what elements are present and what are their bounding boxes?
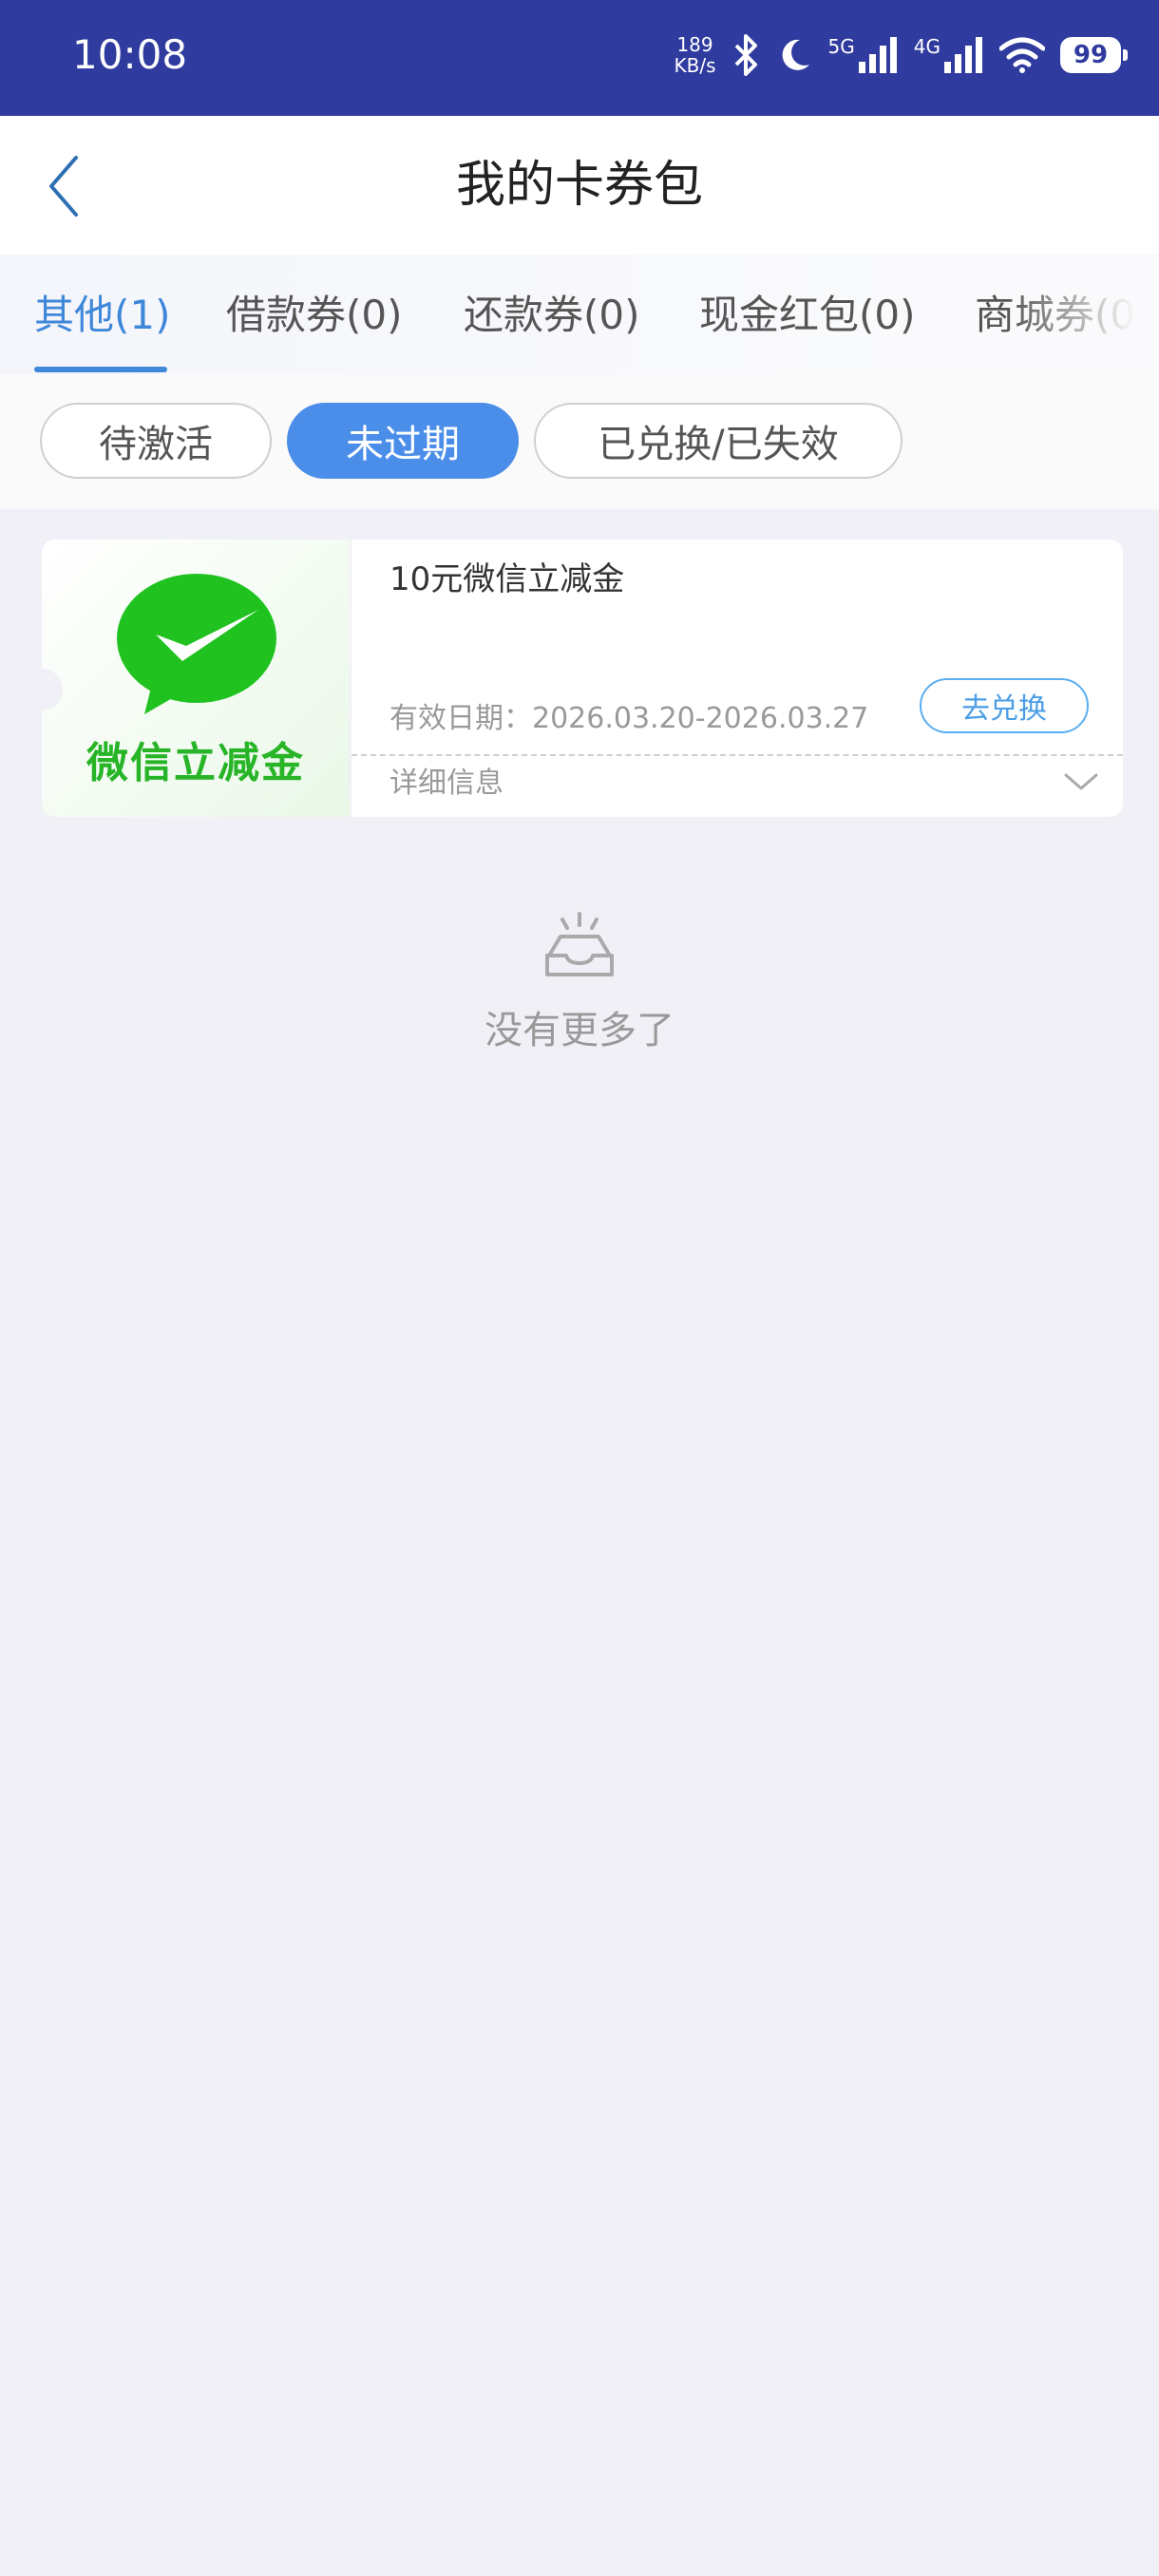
tab-other[interactable]: 其他(1) [34,289,171,342]
filter-redeemed-expired[interactable]: 已兑换/已失效 [534,403,902,479]
status-bar: 10:08 189 KB/s 5G 4G 99 [0,0,1159,116]
coupon-notch [21,669,63,710]
wechat-logo-icon [117,574,276,714]
tab-active-indicator [34,367,167,372]
network-speed-unit: KB/s [674,54,716,77]
filter-pending-activation[interactable]: 待激活 [40,403,272,479]
chevron-down-icon [1064,773,1098,790]
network-speed: 189 KB/s [674,34,716,76]
details-toggle[interactable]: 详细信息 [352,756,1123,817]
filter-not-expired[interactable]: 未过期 [287,403,519,479]
bluetooth-icon [734,34,757,76]
status-filters: 待激活 未过期 已兑换/已失效 [0,374,1159,509]
empty-state-text: 没有更多了 [484,1009,674,1052]
signal-icon [858,37,897,73]
tab-mall-coupon[interactable]: 商城券(0 [975,289,1135,342]
coupon-info-panel: 10元微信立减金 有效日期：2026.03.20-2026.03.27 去兑换 … [352,540,1123,817]
category-tabs: 其他(1) 借款券(0) 还款券(0) 现金红包(0) 商城券(0 [0,255,1159,374]
coupon-card[interactable]: 微信立减金 10元微信立减金 有效日期：2026.03.20-2026.03.2… [21,540,1123,817]
battery-icon: 99 [1060,37,1128,73]
signal-sim2: 4G [914,37,984,73]
sim2-label: 4G [913,35,940,58]
wifi-icon [999,37,1045,73]
moon-icon [782,39,809,70]
status-icons: 189 KB/s 5G 4G 99 [674,25,1128,85]
sim1-label: 5G [827,35,855,58]
redeem-button[interactable]: 去兑换 [920,678,1089,733]
coupon-validity: 有效日期：2026.03.20-2026.03.27 [390,702,869,735]
empty-inbox-icon [545,912,614,976]
tab-repayment-coupon[interactable]: 还款券(0) [464,289,640,342]
nav-bar: 我的卡券包 [0,116,1159,255]
page-title: 我的卡券包 [455,157,703,214]
tab-loan-coupon[interactable]: 借款券(0) [226,289,403,342]
signal-icon [944,37,982,73]
coupon-title: 10元微信立减金 [390,560,625,598]
coupon-brand-text: 微信立减金 [86,739,305,787]
coupon-brand-panel: 微信立减金 [42,540,350,817]
network-speed-value: 189 [676,33,713,56]
signal-sim1: 5G [828,37,899,73]
status-time: 10:08 [72,31,188,78]
tab-cash-red-packet[interactable]: 现金红包(0) [699,289,916,342]
details-label: 详细信息 [390,767,504,800]
